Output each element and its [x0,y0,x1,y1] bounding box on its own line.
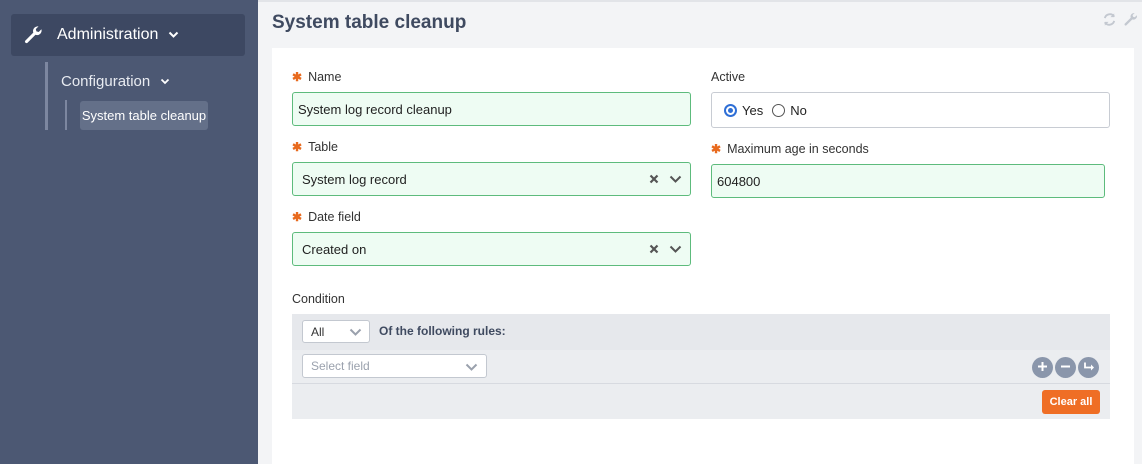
clear-x-icon[interactable] [649,242,659,257]
date-field-label: ✱ Date field [292,210,361,224]
minus-icon [1060,359,1071,377]
sidebar-item-configuration[interactable]: Configuration [61,70,170,92]
sidebar: Administration Configuration System tabl… [0,0,258,464]
chevron-down-icon [349,326,362,340]
sidebar-item-system-table-cleanup[interactable]: System table cleanup [80,101,208,130]
rule-field-select[interactable]: Select field [302,354,487,378]
chevron-down-icon[interactable] [669,172,682,187]
subgroup-arrow-icon [1083,359,1095,377]
table-label: ✱ Table [292,140,338,154]
tree-line [65,100,67,130]
clear-x-icon[interactable] [649,172,659,187]
clear-all-button[interactable]: Clear all [1042,390,1100,414]
divider [292,383,1110,384]
wrench-icon [23,25,43,45]
condition-label: Condition [292,292,345,306]
remove-rule-button[interactable] [1055,357,1076,378]
table-select[interactable]: System log record [292,162,691,196]
form: ✱ Name System log record cleanup Active … [258,0,1142,464]
active-yes-label: Yes [742,102,764,118]
active-label: Active [711,70,746,84]
max-age-field[interactable]: 604800 [711,164,1105,198]
rules-caption: Of the following rules: [379,324,506,338]
chevron-down-icon[interactable] [669,242,682,257]
sidebar-item-label: Administration [57,26,159,43]
sidebar-item-label: Configuration [61,72,151,90]
active-no-label: No [790,102,807,118]
required-marker: ✱ [292,70,303,84]
active-yes-radio[interactable] [724,103,737,117]
required-marker: ✱ [711,142,722,156]
plus-icon [1037,359,1048,377]
tree-line [45,62,48,130]
chevron-down-icon [168,31,179,39]
required-marker: ✱ [292,210,303,224]
name-label: ✱ Name [292,70,342,84]
add-subgroup-button[interactable] [1078,357,1099,378]
sidebar-item-administration[interactable]: Administration [11,14,245,56]
required-marker: ✱ [292,140,303,154]
chevron-down-icon [465,361,478,375]
max-age-label: ✱ Maximum age in seconds [711,142,869,156]
date-field-select[interactable]: Created on [292,232,691,266]
rule-actions [1032,357,1099,378]
active-no-radio[interactable] [772,103,786,117]
name-field[interactable]: System log record cleanup [292,92,691,126]
chevron-down-icon [160,78,170,85]
add-rule-button[interactable] [1032,357,1053,378]
active-radio-group: Yes No [711,92,1110,128]
match-type-select[interactable]: All [302,320,370,343]
condition-builder: All Of the following rules: Select field [292,314,1110,419]
